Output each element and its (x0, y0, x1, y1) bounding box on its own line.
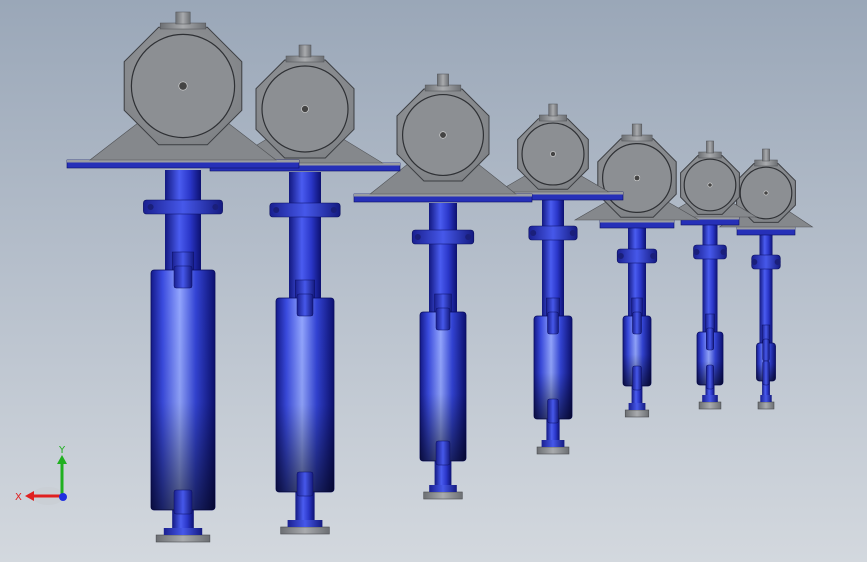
lower-trunnion (547, 398, 559, 424)
center-nut (763, 190, 769, 196)
mounting-flange (269, 202, 341, 218)
plate-edge (67, 160, 299, 163)
input-shaft (437, 73, 449, 87)
input-shaft (298, 44, 312, 58)
z-axis-dot (59, 493, 67, 501)
flange-bolt (617, 253, 624, 259)
valve-group (66, 11, 814, 543)
valve-body-shade (420, 312, 466, 461)
flange-bolt (414, 234, 421, 240)
flange-bolt (147, 204, 154, 210)
center-nut (439, 131, 447, 139)
upper-trunnion (632, 311, 642, 335)
flange-bolt (569, 230, 576, 236)
lower-flange (429, 485, 457, 492)
flange-bolt (273, 207, 280, 213)
base-plate (757, 401, 775, 410)
lower-flange (287, 520, 323, 527)
plate-edge (737, 227, 795, 230)
plate-edge (354, 194, 532, 197)
flange-bolt (693, 249, 700, 255)
valve-body-shade (151, 270, 215, 510)
flange-bolt (465, 234, 472, 240)
base-plate (698, 401, 722, 410)
mounting-flange (411, 229, 475, 245)
butterfly-valve-4 (482, 103, 624, 455)
input-shaft (706, 140, 714, 154)
center-nut (178, 81, 188, 91)
flange-bolt (774, 259, 781, 265)
lower-flange (702, 395, 718, 402)
flange-bolt (751, 259, 758, 265)
butterfly-valve-3 (353, 73, 533, 500)
upper-trunnion (762, 338, 770, 362)
input-shaft (762, 148, 770, 162)
base-plate (155, 534, 211, 543)
input-shaft (631, 123, 643, 137)
flange-bolt (530, 230, 537, 236)
upper-trunnion (173, 265, 193, 289)
lower-flange (163, 528, 203, 535)
lower-trunnion (762, 360, 770, 386)
upper-trunnion (547, 311, 559, 335)
flange-bolt (212, 204, 219, 210)
upper-trunnion (435, 307, 451, 331)
axis-triad: Y X (15, 445, 67, 505)
base-plate (624, 409, 650, 418)
butterfly-valve-assembly-scene[interactable]: Y X (0, 0, 867, 562)
butterfly-valve-2 (209, 44, 401, 535)
base-plate (280, 526, 330, 535)
upper-trunnion (706, 327, 714, 351)
x-axis-label: X (15, 492, 22, 503)
lower-flange (628, 403, 646, 410)
center-nut (707, 182, 713, 188)
center-nut (301, 105, 309, 113)
lower-trunnion (296, 471, 314, 497)
lower-trunnion (173, 489, 193, 515)
upper-trunnion (296, 293, 314, 317)
cad-3d-viewport[interactable]: Y X (0, 0, 867, 562)
y-axis-arrowhead (57, 455, 67, 464)
lower-trunnion (632, 365, 642, 391)
butterfly-valve-5 (573, 123, 701, 418)
center-nut (633, 174, 641, 182)
lower-flange (541, 440, 565, 447)
base-plate (536, 446, 570, 455)
y-axis-label: Y (58, 445, 66, 456)
base-plate (423, 491, 463, 500)
mounting-flange (143, 199, 223, 215)
input-shaft (175, 11, 191, 25)
lower-flange (760, 395, 772, 402)
lower-trunnion (706, 364, 714, 390)
flange-bolt (330, 207, 337, 213)
input-shaft (548, 103, 558, 117)
flange-bolt (720, 249, 727, 255)
plate-edge (600, 220, 674, 223)
lower-trunnion (435, 440, 451, 466)
valve-body-shade (276, 298, 334, 492)
x-axis-arrowhead (25, 491, 34, 501)
flange-bolt (650, 253, 657, 259)
center-nut (550, 151, 556, 157)
